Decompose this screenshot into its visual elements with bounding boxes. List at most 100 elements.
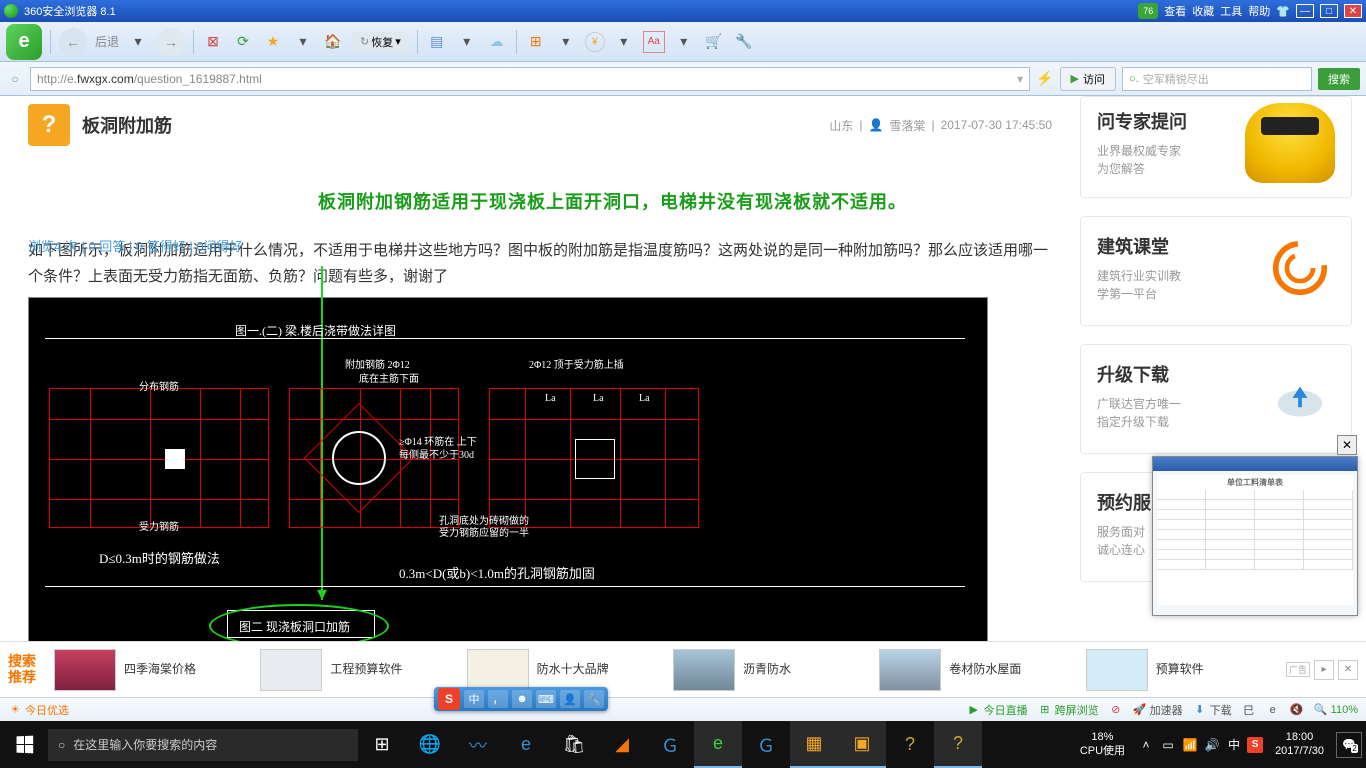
back-button[interactable]: ← (59, 28, 87, 56)
notes-icon[interactable]: ▤ (426, 31, 448, 53)
robot-mascot-icon (1245, 103, 1335, 183)
search-button[interactable]: 搜索 (1318, 68, 1360, 90)
shield-badge[interactable]: 76 (1138, 3, 1158, 19)
wrench-icon[interactable]: 🔧 (733, 31, 755, 53)
window-titlebar: 360安全浏览器 8.1 76 查看 收藏 工具 帮助 👕 — □ ✕ (0, 0, 1366, 22)
ime-punct-icon[interactable]: ， (488, 690, 508, 708)
start-button[interactable] (0, 721, 48, 768)
apps-icon[interactable]: ⊞ (525, 31, 547, 53)
tray-battery-icon[interactable]: ▭ (1159, 736, 1177, 754)
browser-toolbar: e ← 后退 ▾ → ⊠ ⟳ ★ ▾ 🏠 ↻恢复▾ ▤ ▾ ☁ ⊞ ▾ ¥ ▾ … (0, 22, 1366, 62)
ime-user-icon[interactable]: 👤 (560, 690, 580, 708)
refresh-icon[interactable]: ⟳ (232, 31, 254, 53)
coin-icon[interactable]: ¥ (585, 32, 605, 52)
tray-ime-icon[interactable]: 中 (1225, 736, 1243, 754)
go-button[interactable]: ▶访问 (1060, 67, 1116, 91)
browser-big-logo-icon[interactable]: e (6, 24, 42, 60)
tray-clock[interactable]: 18:00 2017/7/30 (1267, 731, 1332, 757)
ime-toolbar[interactable]: S 中 ， ☻ ⌨ 👤 🔧 (434, 687, 608, 711)
dropdown-4-icon[interactable]: ▾ (673, 31, 695, 53)
ime-settings-icon[interactable]: 🔧 (584, 690, 604, 708)
menu-tools[interactable]: 工具 (1220, 3, 1242, 19)
minimize-button[interactable]: — (1296, 4, 1314, 18)
ad-item-2[interactable]: 工程预算软件 (254, 649, 456, 691)
cart-icon[interactable]: 🛒 (703, 31, 725, 53)
ime-emoji-icon[interactable]: ☻ (512, 690, 532, 708)
ime-keyboard-icon[interactable]: ⌨ (536, 690, 556, 708)
notification-center-icon[interactable]: 💬2 (1336, 732, 1362, 758)
fav-dropdown-icon[interactable]: ▾ (292, 31, 314, 53)
ad-item-6[interactable]: 预算软件 (1080, 649, 1282, 691)
sb-accel[interactable]: 🚀加速器 (1133, 702, 1183, 718)
dropdown-3-icon[interactable]: ▾ (613, 31, 635, 53)
card-course[interactable]: 建筑课堂 建筑行业实训教 学第一平台 (1080, 216, 1352, 326)
ad-item-5[interactable]: 卷材防水屋面 (873, 649, 1075, 691)
menu-help[interactable]: 帮助 (1248, 3, 1270, 19)
username: 雪落棠 (889, 117, 925, 134)
sb-e-icon[interactable]: e (1266, 703, 1280, 717)
ad-next-button[interactable]: ▸ (1314, 660, 1334, 680)
sb-cross[interactable]: ⊞跨屏浏览 (1038, 702, 1099, 718)
dropdown-2-icon[interactable]: ▾ (555, 31, 577, 53)
tb-help-icon[interactable]: ? (886, 721, 934, 768)
sb-today[interactable]: ☀今日优选 (8, 702, 69, 718)
tb-edge-icon[interactable]: e (502, 721, 550, 768)
tb-app-3[interactable]: ◢ (598, 721, 646, 768)
stop-icon[interactable]: ⊠ (202, 31, 224, 53)
tray-volume-icon[interactable]: 🔊 (1203, 736, 1221, 754)
sb-zoom[interactable]: 🔍110% (1314, 703, 1358, 717)
star-icon[interactable]: ★ (262, 31, 284, 53)
sb-download[interactable]: ⬇下载 (1193, 702, 1232, 718)
tb-app-4[interactable]: Ｇ (646, 721, 694, 768)
tb-app-8[interactable]: ? (934, 721, 982, 768)
tshirt-icon[interactable]: 👕 (1276, 5, 1290, 18)
browser-logo-icon (4, 4, 18, 18)
question-stats[interactable]: 浏览4 次 | 0 回答 | 0 答得好 | 0问得好 (28, 236, 243, 255)
aa-icon[interactable]: Aa (643, 31, 665, 53)
tb-app-6[interactable]: ▦ (790, 721, 838, 768)
ad-item-3[interactable]: 防水十大品牌 (461, 649, 663, 691)
restore-button[interactable]: ↻恢复▾ (352, 32, 409, 52)
tb-app-2[interactable]: 〰 (454, 721, 502, 768)
sb-block-icon[interactable]: ⊘ (1109, 703, 1123, 717)
maximize-button[interactable]: □ (1320, 4, 1338, 18)
url-input[interactable]: http://e.fwxgx.com/question_1619887.html… (30, 67, 1030, 91)
back-dropdown-icon[interactable]: ▾ (127, 31, 149, 53)
tb-app-1[interactable]: 🌐 (406, 721, 454, 768)
close-button[interactable]: ✕ (1344, 4, 1362, 18)
menu-favorites[interactable]: 收藏 (1192, 3, 1214, 19)
tray-sogou-icon[interactable]: S (1247, 737, 1263, 753)
search-engine-icon: ○. (1129, 73, 1139, 85)
menu-view[interactable]: 查看 (1164, 3, 1186, 19)
tb-app-7[interactable]: ▣ (838, 721, 886, 768)
card-ask-expert[interactable]: 问专家提问 业界最权威专家 为您解答 (1080, 96, 1352, 198)
popup-close-button[interactable]: ✕ (1337, 435, 1357, 455)
task-view-icon[interactable]: ⊞ (358, 721, 406, 768)
sb-p-icon[interactable]: 巳 (1242, 703, 1256, 717)
ad-item-4[interactable]: 沥青防水 (667, 649, 869, 691)
popup-preview[interactable]: ✕ 单位工料清单表 (1152, 456, 1358, 616)
cloud-icon[interactable]: ☁ (486, 31, 508, 53)
cpu-meter[interactable]: 18% CPU使用 (1072, 731, 1133, 757)
dropdown-1-icon[interactable]: ▾ (456, 31, 478, 53)
search-input[interactable]: ○. 空军精锐尽出 (1122, 67, 1312, 91)
tray-wifi-icon[interactable]: 📶 (1181, 736, 1199, 754)
taskbar-search[interactable]: ○ 在这里输入你要搜索的内容 (48, 729, 358, 761)
forward-button[interactable]: → (157, 28, 185, 56)
tray-up-icon[interactable]: ˄ (1137, 736, 1155, 754)
card-upgrade[interactable]: 升级下载 广联达官方唯一 指定升级下载 (1080, 344, 1352, 454)
ad-close-button[interactable]: ✕ (1338, 660, 1358, 680)
url-dropdown-icon[interactable]: ▾ (1017, 72, 1023, 86)
home-icon[interactable]: 🏠 (322, 31, 344, 53)
ime-zhong[interactable]: 中 (464, 690, 484, 708)
site-info-icon[interactable]: ○ (6, 70, 24, 88)
tb-store-icon[interactable]: 🛍 (550, 721, 598, 768)
ad-item-1[interactable]: 四季海棠价格 (48, 649, 250, 691)
sb-mute-icon[interactable]: 🔇 (1290, 703, 1304, 717)
sb-live[interactable]: ▶今日直播 (967, 702, 1028, 718)
tb-360browser-icon[interactable]: e (694, 721, 742, 768)
lightning-icon[interactable]: ⚡ (1036, 70, 1053, 87)
window-title: 360安全浏览器 8.1 (24, 3, 116, 19)
sogou-logo-icon[interactable]: S (438, 688, 460, 710)
tb-app-5[interactable]: Ｇ (742, 721, 790, 768)
